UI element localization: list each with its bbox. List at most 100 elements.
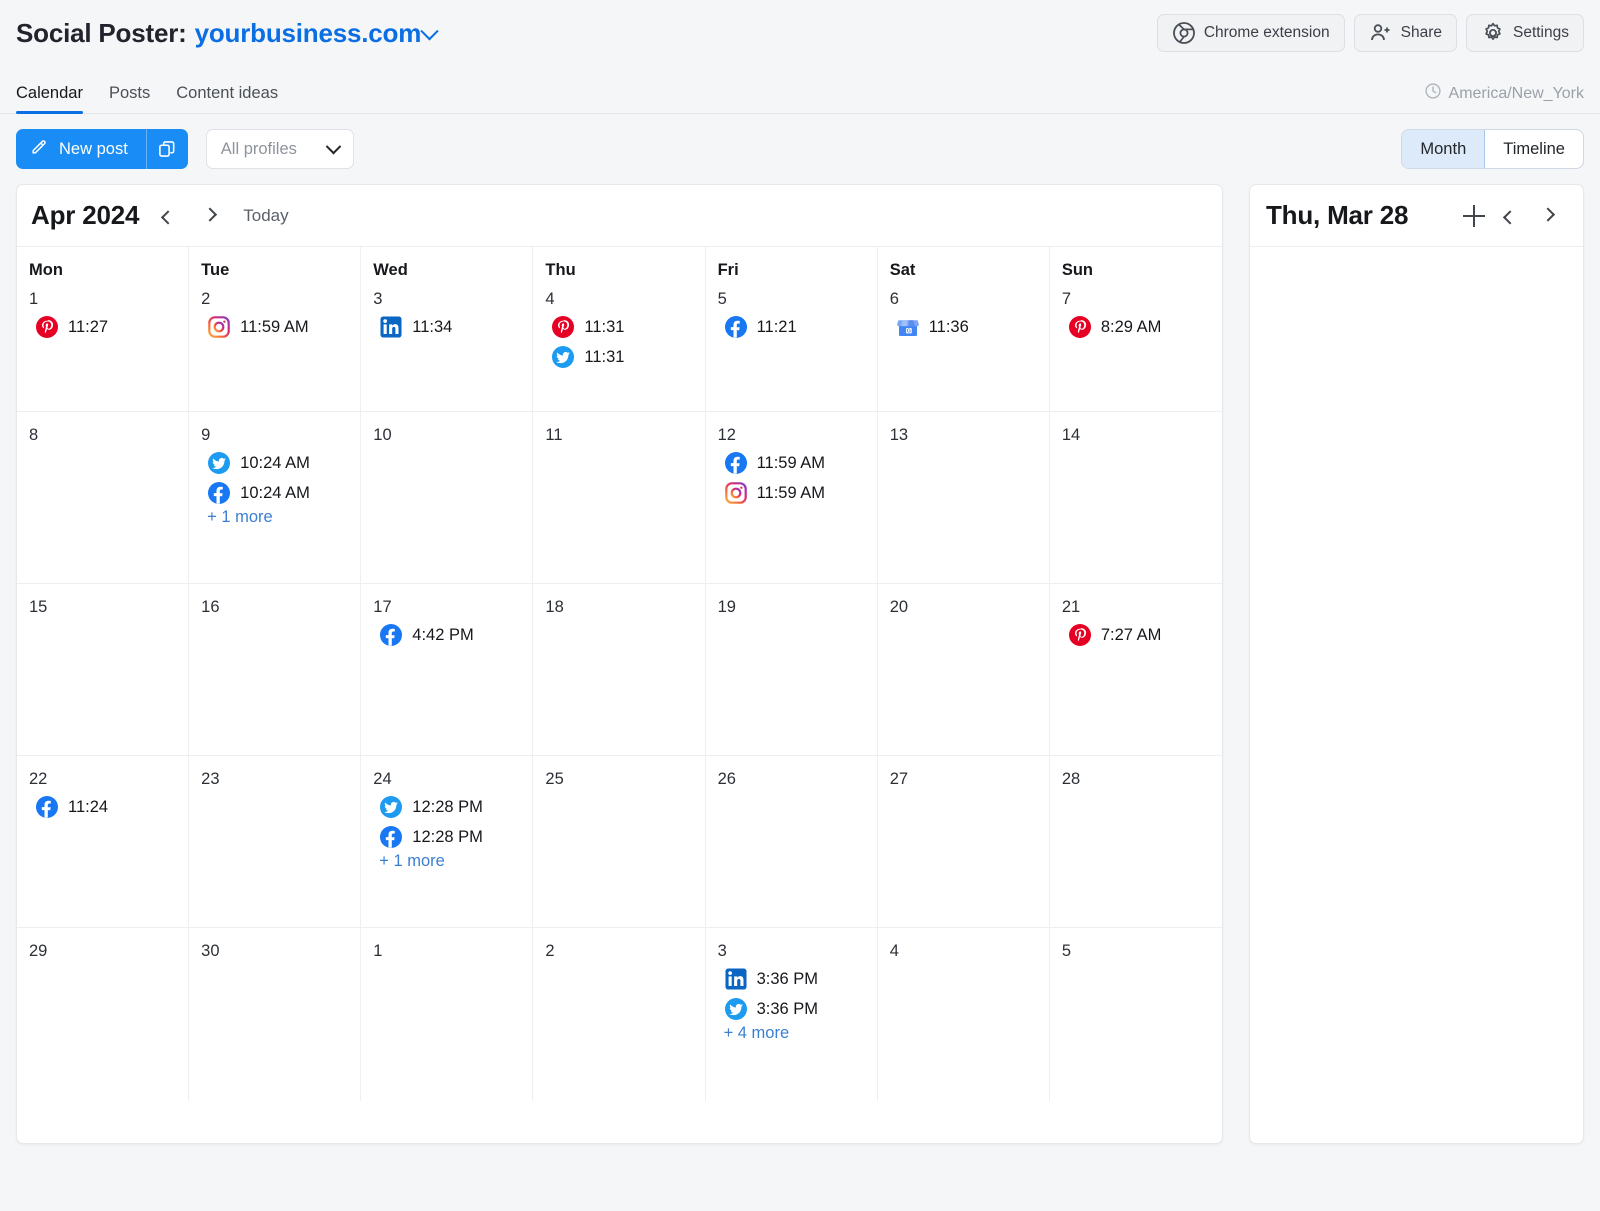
- calendar-day-cell[interactable]: 11: [533, 412, 705, 584]
- view-mode-month[interactable]: Month: [1402, 130, 1485, 168]
- calendar-day-cell[interactable]: 26: [706, 756, 878, 928]
- calendar-panel: Apr 2024 Today Mon111:27Tue211:59 AMWed3…: [16, 184, 1223, 1144]
- google-business-icon: G: [896, 315, 920, 339]
- pinterest-icon: [1068, 315, 1092, 339]
- pinterest-icon: [35, 315, 59, 339]
- calendar-day-cell[interactable]: 23: [189, 756, 361, 928]
- prev-day-button[interactable]: [1497, 203, 1523, 229]
- calendar-day-cell[interactable]: 15: [17, 584, 189, 756]
- view-mode-timeline[interactable]: Timeline: [1485, 130, 1583, 168]
- tab-content-ideas[interactable]: Content ideas: [176, 84, 278, 113]
- chrome-extension-button[interactable]: Chrome extension: [1157, 14, 1345, 52]
- scheduled-post-facebook[interactable]: 10:24 AM: [207, 481, 350, 505]
- scheduled-post-time: 11:31: [584, 318, 624, 337]
- chevron-down-icon: [420, 22, 438, 40]
- calendar-day-cell[interactable]: 14: [1050, 412, 1222, 584]
- calendar-day-cell[interactable]: 18: [533, 584, 705, 756]
- scheduled-post-facebook[interactable]: 11:24: [35, 795, 178, 819]
- calendar-day-cell[interactable]: 2412:28 PM12:28 PM+ 1 more: [361, 756, 533, 928]
- calendar-day-cell[interactable]: 19: [706, 584, 878, 756]
- scheduled-post-pinterest[interactable]: 11:31: [551, 315, 694, 339]
- calendar-day-cell[interactable]: 8: [17, 412, 189, 584]
- calendar-day-cell[interactable]: 217:27 AM: [1050, 584, 1222, 756]
- scheduled-post-facebook[interactable]: 4:42 PM: [379, 623, 522, 647]
- calendar-day-cell[interactable]: Fri511:21: [706, 247, 878, 412]
- scheduled-post-twitter[interactable]: 10:24 AM: [207, 451, 350, 475]
- day-number: 25: [545, 770, 694, 789]
- calendar-day-cell[interactable]: Thu411:3111:31: [533, 247, 705, 412]
- settings-button[interactable]: Settings: [1466, 14, 1584, 52]
- new-post-button[interactable]: New post: [16, 129, 146, 169]
- prev-month-button[interactable]: [155, 203, 181, 229]
- chevron-down-icon: [326, 138, 342, 154]
- duplicate-icon[interactable]: [146, 129, 188, 169]
- scheduled-post-facebook[interactable]: 12:28 PM: [379, 825, 522, 849]
- clock-icon: [1424, 82, 1442, 105]
- scheduled-post-instagram[interactable]: 11:59 AM: [724, 481, 867, 505]
- profile-filter-dropdown[interactable]: All profiles: [206, 129, 354, 169]
- tab-calendar[interactable]: Calendar: [16, 84, 83, 113]
- calendar-day-cell[interactable]: 1: [361, 928, 533, 1101]
- show-more-posts-link[interactable]: + 1 more: [373, 852, 522, 871]
- calendar-day-cell[interactable]: 20: [878, 584, 1050, 756]
- day-number: 3: [718, 942, 867, 961]
- scheduled-post-pinterest[interactable]: 8:29 AM: [1068, 315, 1212, 339]
- show-more-posts-link[interactable]: + 4 more: [718, 1024, 867, 1043]
- next-month-button[interactable]: [197, 203, 223, 229]
- scheduled-post-twitter[interactable]: 11:31: [551, 345, 694, 369]
- calendar-day-cell[interactable]: Tue211:59 AM: [189, 247, 361, 412]
- calendar-day-cell[interactable]: 5: [1050, 928, 1222, 1101]
- weekday-header-sat: Sat: [890, 261, 1039, 280]
- domain-selector[interactable]: yourbusiness.com: [195, 18, 437, 49]
- next-day-button[interactable]: [1535, 203, 1561, 229]
- calendar-day-cell[interactable]: 10: [361, 412, 533, 584]
- calendar-day-cell[interactable]: 910:24 AM10:24 AM+ 1 more: [189, 412, 361, 584]
- calendar-day-cell[interactable]: 174:42 PM: [361, 584, 533, 756]
- calendar-day-cell[interactable]: Sun78:29 AM: [1050, 247, 1222, 412]
- calendar-day-cell[interactable]: 4: [878, 928, 1050, 1101]
- calendar-day-cell[interactable]: 30: [189, 928, 361, 1101]
- calendar-day-cell[interactable]: 16: [189, 584, 361, 756]
- day-events: 3:36 PM 3:36 PM: [718, 967, 867, 1021]
- gear-icon: [1481, 21, 1505, 45]
- scheduled-post-pinterest[interactable]: 7:27 AM: [1068, 623, 1212, 647]
- scheduled-post-twitter[interactable]: 12:28 PM: [379, 795, 522, 819]
- scheduled-post-twitter[interactable]: 3:36 PM: [724, 997, 867, 1021]
- chrome-extension-label: Chrome extension: [1204, 24, 1330, 42]
- scheduled-post-linkedin[interactable]: 3:36 PM: [724, 967, 867, 991]
- calendar-day-cell[interactable]: 2211:24: [17, 756, 189, 928]
- calendar-day-cell[interactable]: 29: [17, 928, 189, 1101]
- calendar-day-cell[interactable]: 13: [878, 412, 1050, 584]
- calendar-day-cell[interactable]: 25: [533, 756, 705, 928]
- calendar-day-cell[interactable]: 27: [878, 756, 1050, 928]
- instagram-icon: [724, 481, 748, 505]
- day-events: 11:59 AM: [201, 315, 350, 339]
- scheduled-post-pinterest[interactable]: 11:27: [35, 315, 178, 339]
- calendar-day-cell[interactable]: 28: [1050, 756, 1222, 928]
- linkedin-icon: [379, 315, 403, 339]
- calendar-day-cell[interactable]: Wed311:34: [361, 247, 533, 412]
- scheduled-post-instagram[interactable]: 11:59 AM: [207, 315, 350, 339]
- scheduled-post-facebook[interactable]: 11:59 AM: [724, 451, 867, 475]
- calendar-day-cell[interactable]: 3 3:36 PM 3:36 PM + 4 more: [706, 928, 878, 1101]
- share-button[interactable]: Share: [1354, 14, 1457, 52]
- show-more-posts-link[interactable]: + 1 more: [201, 508, 350, 527]
- day-number: 23: [201, 770, 350, 789]
- scheduled-post-linkedin[interactable]: 11:34: [379, 315, 522, 339]
- calendar-day-cell[interactable]: 1211:59 AM11:59 AM: [706, 412, 878, 584]
- scheduled-post-facebook[interactable]: 11:21: [724, 315, 867, 339]
- scheduled-post-time: 11:31: [584, 348, 624, 367]
- chrome-icon: [1172, 21, 1196, 45]
- add-post-button[interactable]: [1463, 205, 1485, 227]
- day-events: 12:28 PM 12:28 PM: [373, 795, 522, 849]
- calendar-day-cell[interactable]: 2: [533, 928, 705, 1101]
- tab-posts[interactable]: Posts: [109, 84, 150, 113]
- pinterest-icon: [551, 315, 575, 339]
- header-actions: Chrome extension Share Settings: [1157, 14, 1584, 52]
- today-button[interactable]: Today: [243, 206, 288, 226]
- day-events: 11:24: [29, 795, 178, 819]
- scheduled-post-google-business[interactable]: G11:36: [896, 315, 1039, 339]
- day-detail-body: [1250, 247, 1583, 1143]
- calendar-day-cell[interactable]: Sat6G11:36: [878, 247, 1050, 412]
- calendar-day-cell[interactable]: Mon111:27: [17, 247, 189, 412]
